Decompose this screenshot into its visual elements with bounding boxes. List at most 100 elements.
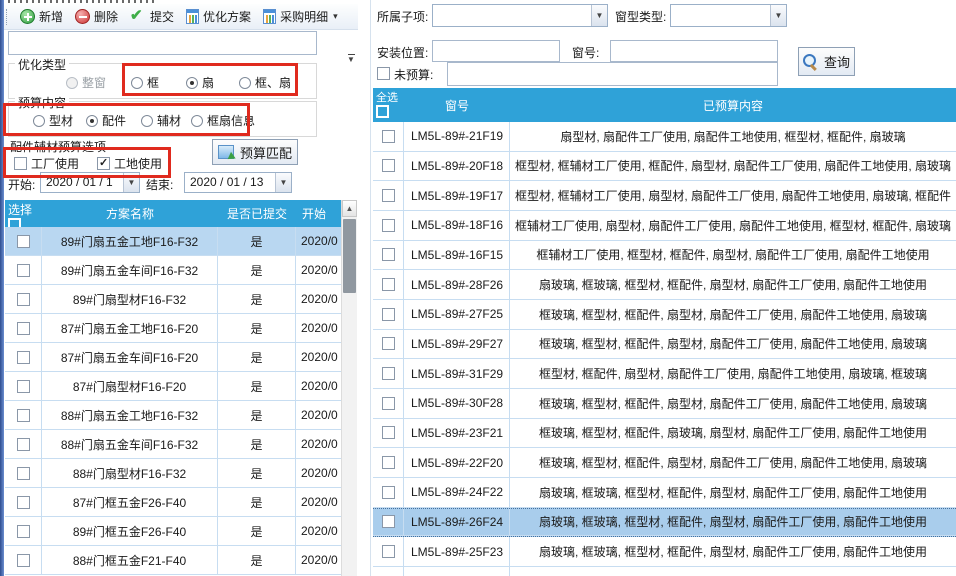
toolbar-overflow-icon[interactable]: ▼ <box>344 50 358 67</box>
radio-option[interactable]: 辅材 <box>141 112 181 129</box>
radio-icon[interactable] <box>131 77 143 89</box>
row-checkbox[interactable] <box>17 351 30 364</box>
toolbar-button[interactable]: 删除 <box>70 6 123 27</box>
plan-table-row[interactable]: 88#门框五金F21-F40是2020/0 <box>5 546 341 575</box>
radio-icon[interactable] <box>191 115 203 127</box>
chevron-down-icon[interactable]: ▼ <box>275 173 291 192</box>
row-checkbox[interactable] <box>382 337 395 350</box>
toolbar-button[interactable]: 优化方案 <box>181 6 256 27</box>
row-checkbox[interactable] <box>382 456 395 469</box>
row-checkbox[interactable] <box>382 248 395 261</box>
budget-table-row[interactable]: LM5L-89#-16F15框辅材工厂使用, 框型材, 框配件, 扇型材, 扇配… <box>373 241 956 271</box>
plan-table-row[interactable]: 87#门扇型材F16-F20是2020/0 <box>5 372 341 401</box>
row-checkbox[interactable] <box>382 486 395 499</box>
row-checkbox[interactable] <box>382 308 395 321</box>
radio-option[interactable]: 配件 <box>86 112 126 129</box>
row-checkbox[interactable] <box>17 409 30 422</box>
budget-table-row[interactable]: LM5L-89#-20F18框型材, 框辅材工厂使用, 框配件, 扇型材, 扇配… <box>373 152 956 182</box>
row-checkbox[interactable] <box>17 467 30 480</box>
row-checkbox[interactable] <box>382 397 395 410</box>
sub-item-select[interactable]: ▼ <box>432 4 608 27</box>
budget-table-row[interactable]: LM5L-89#-25F23扇玻璃, 框玻璃, 框型材, 框配件, 扇型材, 扇… <box>373 537 956 567</box>
plan-table-row[interactable]: 89#门扇五金车间F16-F32是2020/0 <box>5 256 341 285</box>
chevron-down-icon[interactable]: ▼ <box>591 5 607 26</box>
scroll-up-icon[interactable]: ▲ <box>342 200 357 217</box>
usage-checkbox-option[interactable]: 工厂使用 <box>14 155 79 172</box>
budget-table-row[interactable]: LM5L-89#-31F29框型材, 框配件, 扇型材, 扇配件工厂使用, 扇配… <box>373 359 956 389</box>
row-checkbox[interactable] <box>382 189 395 202</box>
budget-table-row[interactable]: LM5L-89#-30F28框玻璃, 框型材, 框配件, 扇型材, 扇配件工厂使… <box>373 389 956 419</box>
plan-table-row[interactable]: 89#门扇型材F16-F32是2020/0 <box>5 285 341 314</box>
radio-option[interactable]: 型材 <box>33 112 73 129</box>
budget-table-row[interactable]: LM5L-89#-28F26扇玻璃, 框玻璃, 框型材, 框配件, 扇型材, 扇… <box>373 270 956 300</box>
row-checkbox[interactable] <box>382 515 395 528</box>
start-date-picker[interactable]: 2020 / 01 / 1 ▼ <box>40 172 140 193</box>
plan-table-row[interactable]: 88#门扇五金车间F16-F32是2020/0 <box>5 430 341 459</box>
row-checkbox[interactable] <box>382 130 395 143</box>
radio-option[interactable]: 框 <box>131 74 159 91</box>
radio-option[interactable]: 框扇信息 <box>191 112 255 129</box>
no-budget-label: 未预算: <box>394 66 433 83</box>
row-checkbox[interactable] <box>17 322 30 335</box>
chevron-down-icon[interactable]: ▼ <box>770 5 786 26</box>
row-checkbox[interactable] <box>17 235 30 248</box>
row-checkbox[interactable] <box>382 367 395 380</box>
radio-icon[interactable] <box>186 77 198 89</box>
budget-table-row[interactable]: LM5L-89#-18F16框辅材工厂使用, 扇型材, 扇配件工厂使用, 扇配件… <box>373 211 956 241</box>
budget-table-row[interactable]: LM5L-89#-24F22扇玻璃, 框玻璃, 框型材, 框配件, 扇型材, 扇… <box>373 478 956 508</box>
row-checkbox[interactable] <box>17 525 30 538</box>
plan-table-row[interactable]: 87#门扇五金车间F16-F20是2020/0 <box>5 343 341 372</box>
query-button[interactable]: 查询 <box>798 47 855 76</box>
chevron-down-icon[interactable]: ▼ <box>123 173 139 192</box>
radio-icon[interactable] <box>141 115 153 127</box>
row-checkbox[interactable] <box>17 380 30 393</box>
budget-match-button[interactable]: 预算匹配 <box>212 139 298 165</box>
row-checkbox[interactable] <box>382 219 395 232</box>
plan-table-scrollbar[interactable]: ▲ <box>341 200 357 576</box>
budget-table-row[interactable]: LM5L-89#-23F21框玻璃, 框型材, 框配件, 扇玻璃, 扇型材, 扇… <box>373 419 956 449</box>
install-pos-input[interactable] <box>432 40 560 62</box>
plan-table-row[interactable]: 88#门扇型材F16-F32是2020/0 <box>5 459 341 488</box>
budget-table-row[interactable]: LM5L-89#-29F27框玻璃, 框型材, 框配件, 扇型材, 扇配件工厂使… <box>373 330 956 360</box>
no-budget-checkbox[interactable] <box>377 67 390 80</box>
radio-icon[interactable] <box>239 77 251 89</box>
budget-table-row[interactable]: LM5L-89#-22F20框玻璃, 框型材, 框配件, 扇型材, 扇配件工厂使… <box>373 448 956 478</box>
toolbar-button[interactable]: 采购明细▾ <box>258 6 343 27</box>
row-checkbox[interactable] <box>17 554 30 567</box>
radio-option[interactable]: 框、扇 <box>239 74 291 91</box>
plan-table-row[interactable]: 87#门扇五金工地F16-F20是2020/0 <box>5 314 341 343</box>
usage-checkbox-option[interactable]: 工地使用 <box>97 155 162 172</box>
row-checkbox[interactable] <box>382 159 395 172</box>
select-all-checkbox[interactable] <box>376 105 389 118</box>
scrollbar-thumb[interactable] <box>343 219 356 293</box>
toolbar-button[interactable]: 提交 <box>125 6 179 27</box>
end-date-picker[interactable]: 2020 / 01 / 13 ▼ <box>184 172 292 193</box>
budget-table-row[interactable]: LM5L-89#-26F24扇玻璃, 框玻璃, 框型材, 框配件, 扇型材, 扇… <box>373 508 956 538</box>
budget-table-row[interactable]: LM5L-89#-21F19扇型材, 扇配件工厂使用, 扇配件工地使用, 框型材… <box>373 122 956 152</box>
radio-icon[interactable] <box>33 115 45 127</box>
plan-table-row[interactable]: 89#门框五金F26-F40是2020/0 <box>5 517 341 546</box>
row-checkbox[interactable] <box>382 278 395 291</box>
row-checkbox[interactable] <box>17 264 30 277</box>
radio-icon[interactable] <box>86 115 98 127</box>
budget-table-row[interactable]: LM5L-89#-27F25框玻璃, 框型材, 框配件, 扇型材, 扇配件工厂使… <box>373 300 956 330</box>
row-checkbox[interactable] <box>17 496 30 509</box>
plan-table-row[interactable]: 88#门扇五金工地F16-F32是2020/0 <box>5 401 341 430</box>
budget-table-row[interactable]: LM5L-89#-19F17框型材, 框辅材工厂使用, 扇型材, 扇配件工厂使用… <box>373 181 956 211</box>
select-all-checkbox[interactable] <box>8 218 21 227</box>
row-checkbox[interactable] <box>382 426 395 439</box>
checkbox-icon[interactable] <box>14 157 27 170</box>
toolbar-button[interactable]: 新增 <box>15 6 68 27</box>
radio-option[interactable]: 扇 <box>186 74 214 91</box>
no-budget-input[interactable] <box>447 62 778 86</box>
row-checkbox[interactable] <box>382 545 395 558</box>
plan-filter-input[interactable] <box>8 31 317 55</box>
checkbox-icon[interactable] <box>97 157 110 170</box>
row-checkbox[interactable] <box>17 438 30 451</box>
toolbar-grip[interactable] <box>6 9 10 25</box>
row-checkbox[interactable] <box>17 293 30 306</box>
plan-table-row[interactable]: 87#门框五金F26-F40是2020/0 <box>5 488 341 517</box>
window-no-input[interactable] <box>610 40 778 62</box>
window-type-select[interactable]: ▼ <box>670 4 787 27</box>
plan-table-row[interactable]: 89#门扇五金工地F16-F32是2020/0 <box>5 227 341 256</box>
